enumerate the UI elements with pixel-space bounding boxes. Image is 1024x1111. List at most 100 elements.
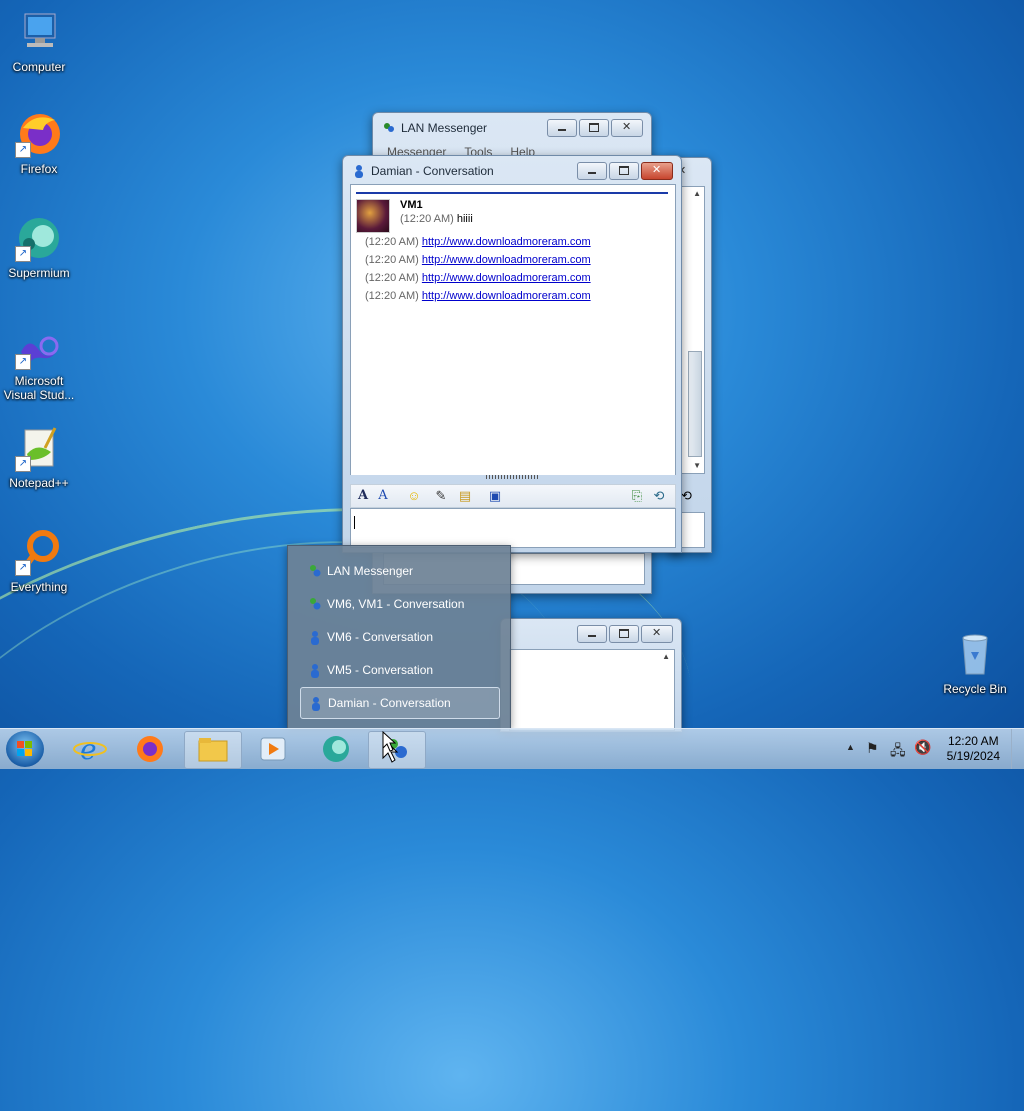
- history-icon[interactable]: ⟲: [681, 488, 692, 504]
- message-time: (12:20 AM): [365, 272, 419, 284]
- jump-list-item-label: VM6 - Conversation: [327, 630, 434, 644]
- jump-list-item-vm6-vm1-conversation[interactable]: VM6, VM1 - Conversation: [300, 589, 498, 619]
- taskbar-file-explorer[interactable]: [184, 731, 242, 769]
- volume-muted-icon[interactable]: 🔇: [914, 739, 931, 756]
- desktop-icon-visual-studio[interactable]: ↗ Microsoft Visual Stud...: [0, 330, 78, 402]
- maximize-button[interactable]: [609, 162, 639, 180]
- maximize-button[interactable]: [579, 119, 609, 137]
- taskbar-lan-messenger[interactable]: [368, 731, 426, 769]
- taskbar-supermium[interactable]: [308, 731, 364, 767]
- smiley-icon[interactable]: ☺: [406, 488, 422, 504]
- shortcut-arrow-icon: ↗: [15, 354, 31, 370]
- jump-list-item-vm5-conversation[interactable]: VM5 - Conversation: [300, 655, 498, 685]
- internet-explorer-icon: e: [73, 733, 107, 766]
- scroll-up-icon[interactable]: ▲: [662, 652, 670, 661]
- message-link[interactable]: http://www.downloadmoreram.com: [422, 290, 591, 302]
- chat-history: VM1 (12:20 AM) hiiii (12:20 AM) http://w…: [350, 184, 676, 475]
- send-folder-icon[interactable]: ▤: [457, 488, 473, 504]
- message-time: (12:20 AM): [365, 254, 419, 266]
- conversation-window[interactable]: Damian - Conversation ✕ VM1 (12:20 AM) h…: [342, 155, 682, 553]
- user-icon: [311, 631, 319, 645]
- close-button[interactable]: ✕: [641, 625, 673, 643]
- jump-list-item-vm6-conversation[interactable]: VM6 - Conversation: [300, 622, 498, 652]
- message-line: (12:20 AM) http://www.downloadmoreram.co…: [365, 236, 591, 248]
- desktop-icon-firefox[interactable]: ↗ Firefox: [0, 110, 78, 176]
- desktop-icon-label: Supermium: [8, 266, 70, 280]
- start-button[interactable]: [6, 731, 44, 767]
- splitter-handle[interactable]: [486, 475, 540, 479]
- taskbar-internet-explorer[interactable]: e: [62, 731, 118, 767]
- jump-list-item-lan-messenger[interactable]: LAN Messenger: [300, 556, 498, 586]
- clock-time: 12:20 AM: [947, 734, 999, 748]
- first-message: (12:20 AM) hiiii: [400, 213, 473, 225]
- desktop-icon-supermium[interactable]: ↗ Supermium: [0, 214, 78, 280]
- message-link[interactable]: http://www.downloadmoreram.com: [422, 272, 591, 284]
- scrollbar-thumb[interactable]: [688, 351, 702, 457]
- show-desktop-button[interactable]: [1011, 729, 1024, 769]
- recycle-bin-icon: [951, 630, 999, 678]
- minimize-button[interactable]: [547, 119, 577, 137]
- close-button[interactable]: ✕: [611, 119, 643, 137]
- save-icon[interactable]: ▣: [487, 488, 503, 504]
- desktop-icon-label: Notepad++: [9, 476, 69, 490]
- minimize-button[interactable]: [577, 162, 607, 180]
- maximize-button[interactable]: [609, 625, 639, 643]
- action-center-flag-icon[interactable]: ⚑: [866, 740, 879, 757]
- desktop-icon-everything[interactable]: ↗ Everything: [0, 528, 78, 594]
- font-icon[interactable]: A: [355, 488, 371, 504]
- window-title: Damian - Conversation: [371, 164, 494, 178]
- desktop-icon-label: Everything: [10, 580, 68, 594]
- svg-text:e: e: [80, 733, 97, 766]
- jump-list-item-label: VM5 - Conversation: [327, 663, 434, 677]
- desktop-icon-label: Microsoft: [14, 374, 64, 388]
- message-line: (12:20 AM) http://www.downloadmoreram.co…: [365, 254, 591, 266]
- show-hidden-icons-icon[interactable]: ▲: [846, 742, 855, 752]
- history-icon[interactable]: ⟲: [651, 488, 667, 504]
- shortcut-arrow-icon: ↗: [15, 246, 31, 262]
- scroll-up-icon[interactable]: ▲: [693, 189, 701, 198]
- taskbar-firefox[interactable]: [122, 731, 178, 767]
- notepadpp-icon: ↗: [15, 424, 63, 472]
- supermium-icon: ↗: [15, 214, 63, 262]
- header-divider: [356, 192, 668, 194]
- chat-history-area: ▲: [509, 649, 675, 731]
- desktop-icon-computer[interactable]: Computer: [0, 8, 78, 74]
- desktop-icon-label: Visual Stud...: [3, 388, 75, 402]
- everything-icon: ↗: [15, 528, 63, 576]
- taskbar-media-player[interactable]: [245, 731, 301, 767]
- text-caret: [354, 516, 355, 529]
- user-icon: [312, 697, 320, 711]
- clock-date: 5/19/2024: [946, 749, 1000, 763]
- desktop-icon-label: Computer: [12, 60, 66, 74]
- media-player-icon: [260, 737, 286, 761]
- firefox-icon: ↗: [15, 110, 63, 158]
- font-color-icon[interactable]: A: [375, 488, 391, 504]
- minimize-button[interactable]: [577, 625, 607, 643]
- message-link[interactable]: http://www.downloadmoreram.com: [422, 236, 591, 248]
- taskbar: e ▲ ⚑ 🖧 🔇 12:20 AM 5/19/2024: [0, 728, 1024, 769]
- message-time: (12:20 AM): [365, 290, 419, 302]
- system-clock[interactable]: 12:20 AM 5/19/2024: [947, 734, 1000, 764]
- supermium-icon: [323, 736, 349, 762]
- jump-list-item-label: Damian - Conversation: [328, 696, 451, 710]
- jump-list-item-damian-conversation[interactable]: Damian - Conversation: [300, 687, 500, 719]
- message-time: (12:20 AM): [400, 213, 454, 225]
- close-button[interactable]: ✕: [641, 162, 673, 180]
- message-text: hiiii: [456, 213, 473, 225]
- firefox-icon: [137, 736, 163, 762]
- scroll-down-icon[interactable]: ▼: [693, 461, 701, 470]
- avatar: [356, 199, 390, 233]
- window-title: LAN Messenger: [401, 121, 488, 135]
- add-contact-icon[interactable]: ⎘: [629, 488, 645, 504]
- message-link[interactable]: http://www.downloadmoreram.com: [422, 254, 591, 266]
- desktop-icon-notepadpp[interactable]: ↗ Notepad++: [0, 424, 78, 490]
- desktop-icon-recycle-bin[interactable]: Recycle Bin: [936, 630, 1014, 696]
- message-input-box[interactable]: [350, 508, 676, 548]
- shortcut-arrow-icon: ↗: [15, 456, 31, 472]
- windows-logo-icon: [17, 741, 32, 756]
- taskbar-jump-list: LAN Messenger VM6, VM1 - Conversation VM…: [287, 545, 511, 729]
- message-line: (12:20 AM) http://www.downloadmoreram.co…: [365, 272, 591, 284]
- another-conversation-window[interactable]: ✕ ▲: [500, 618, 682, 732]
- send-file-icon[interactable]: ✎: [433, 488, 449, 504]
- network-icon[interactable]: 🖧: [890, 740, 906, 764]
